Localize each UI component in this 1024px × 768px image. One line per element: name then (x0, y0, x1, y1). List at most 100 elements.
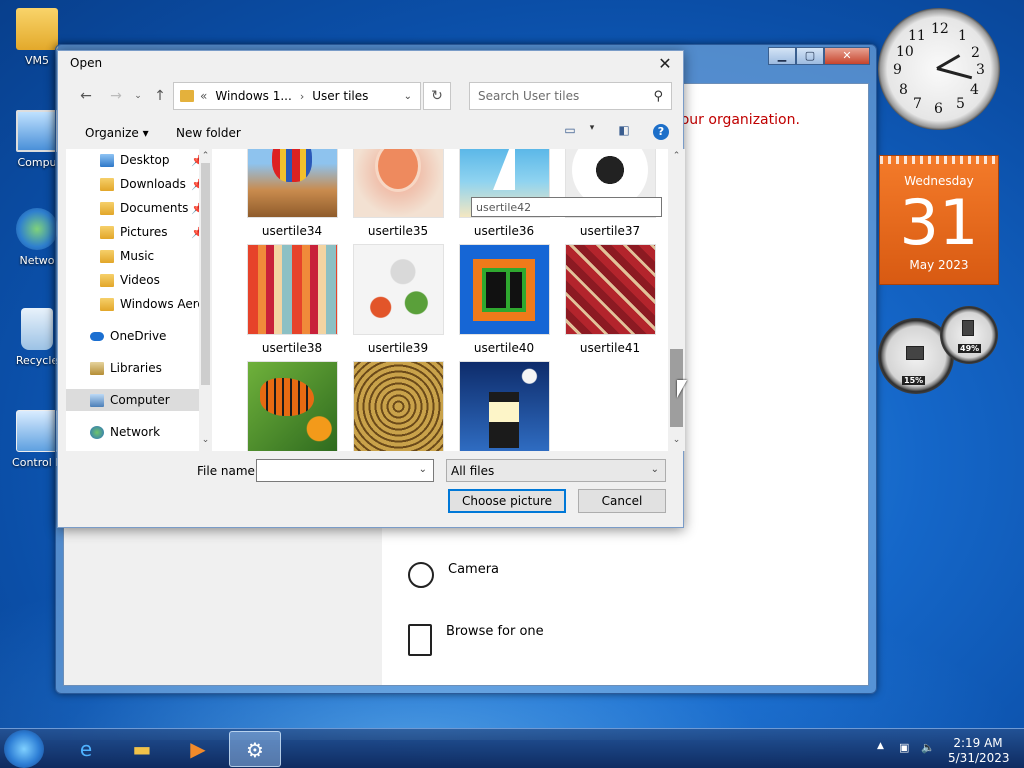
address-bar[interactable]: « Windows 1... › User tiles ⌄ (173, 82, 421, 110)
nav-item-label: OneDrive (110, 329, 167, 343)
memory-percent: 49% (958, 344, 982, 353)
navigation-pane: Desktop 📌 Downloads 📌 Documents 📌 Pictur… (66, 149, 220, 451)
fabric-thumbnail (246, 244, 338, 335)
file-list-scrollbar[interactable]: ⌃ ⌄ (668, 149, 685, 451)
cpu-chip-icon (906, 346, 924, 360)
file-item[interactable]: usertile35 (352, 149, 444, 238)
start-button-windows-icon[interactable] (4, 730, 44, 768)
file-item[interactable] (352, 361, 444, 451)
clock-minute-hand (936, 54, 961, 70)
clock-number: 1 (958, 28, 967, 44)
file-name: usertile40 (473, 341, 535, 355)
recent-chevron-icon[interactable]: ⌄ (128, 86, 148, 106)
breadcrumb-segment[interactable]: Windows 1... (215, 89, 291, 103)
desktop-icon-label: Netwo (19, 254, 55, 267)
nav-item-label: Network (110, 425, 161, 439)
chevron-down-icon: ⌄ (650, 464, 659, 475)
scroll-up-icon[interactable]: ⌃ (199, 151, 212, 161)
forward-arrow-icon[interactable]: → (106, 86, 126, 106)
desktop-folder-icon (100, 153, 114, 167)
file-name-input[interactable]: ⌄ (256, 459, 434, 482)
clock-number: 4 (970, 82, 979, 98)
taskbar-clock[interactable]: 2:19 AM 5/31/2023 (948, 736, 1010, 766)
nav-item-computer[interactable]: Computer (66, 389, 204, 411)
network-status-icon[interactable]: ▣ (899, 741, 909, 754)
file-item[interactable]: usertile40 (458, 244, 550, 355)
maximize-button[interactable]: ▢ (796, 47, 824, 65)
media-player-icon[interactable]: ▶ (172, 731, 224, 767)
videos-folder-icon (100, 273, 114, 287)
file-name: usertile35 (367, 224, 429, 238)
minimize-button[interactable]: ▁ (768, 47, 796, 65)
up-arrow-icon[interactable]: ↑ (150, 86, 170, 106)
scroll-down-icon[interactable]: ⌄ (668, 435, 685, 445)
nav-item-label: Pictures (120, 225, 168, 239)
textile-thumbnail (564, 244, 656, 335)
dialog-close-button[interactable]: ✕ (653, 53, 677, 75)
clock-gadget[interactable]: 12 1 2 3 4 5 6 7 8 9 10 11 (878, 8, 1000, 130)
control-panel-icon (16, 410, 58, 452)
nav-item-label: Windows Aero (120, 297, 205, 311)
new-folder-button[interactable]: New folder (176, 126, 241, 140)
dialog-title: Open (70, 56, 103, 70)
help-icon[interactable]: ? (653, 124, 669, 140)
back-arrow-icon[interactable]: ← (76, 86, 96, 106)
file-name: usertile41 (579, 341, 641, 355)
close-button[interactable]: ✕ (824, 47, 870, 65)
memory-meter-gauge[interactable]: 49% (940, 306, 998, 364)
desktop-icon-label: Recycle (15, 354, 59, 367)
calendar-gadget[interactable]: Wednesday 31 May 2023 (879, 155, 999, 285)
clock-number: 5 (956, 96, 965, 112)
recycle-bin-icon (21, 308, 53, 350)
user-folder-icon (16, 8, 58, 50)
internet-explorer-icon[interactable]: e (60, 731, 112, 767)
clock-number: 10 (896, 44, 914, 60)
file-type-select[interactable]: All files ⌄ (446, 459, 666, 482)
file-item[interactable]: usertile38 (246, 244, 338, 355)
search-input[interactable]: Search User tiles ⚲ (469, 82, 672, 110)
camera-option[interactable]: Camera (408, 562, 499, 588)
nav-pane-scrollbar[interactable]: ⌃ ⌄ (199, 149, 212, 451)
file-item[interactable]: usertile34 (246, 149, 338, 238)
file-item[interactable] (246, 361, 338, 451)
refresh-icon[interactable]: ↻ (423, 82, 451, 110)
clock-hour-hand (936, 67, 973, 80)
network-icon (16, 208, 58, 250)
view-dropdown-icon[interactable]: ▾ (582, 123, 602, 141)
breadcrumb-segment[interactable]: User tiles (312, 89, 368, 103)
file-item[interactable]: usertile36 (458, 149, 550, 238)
browse-option[interactable]: Browse for one (408, 624, 544, 656)
file-explorer-icon[interactable]: ▬ (116, 731, 168, 767)
open-dialog: Open ✕ ← → ⌄ ↑ « Windows 1... › User til… (57, 50, 685, 528)
scroll-down-icon[interactable]: ⌄ (199, 435, 212, 445)
organize-button[interactable]: Organize ▾ (85, 126, 149, 140)
camera-option-label: Camera (448, 562, 500, 577)
file-item[interactable]: usertile39 (352, 244, 444, 355)
breadcrumb-chevron-icon[interactable]: › (300, 90, 304, 103)
cancel-button[interactable]: Cancel (578, 489, 666, 513)
show-hidden-icons-chevron-icon[interactable]: ▲ (877, 741, 884, 751)
view-options-icon[interactable]: ▭ (560, 123, 580, 141)
file-item[interactable]: usertile41 (564, 244, 656, 355)
choose-picture-button[interactable]: Choose picture (448, 489, 566, 513)
balloon-thumbnail (246, 149, 338, 218)
file-list: usertile34 usertile35 usertile36 usertil… (220, 149, 672, 451)
preview-pane-icon[interactable]: ◧ (614, 123, 634, 141)
clock-number: 8 (899, 82, 908, 98)
nav-item-label: Documents (120, 201, 189, 215)
file-item[interactable] (458, 361, 550, 451)
spiral-thumbnail (352, 361, 444, 451)
chevron-down-icon[interactable]: ⌄ (419, 464, 427, 475)
clock-number: 11 (908, 28, 926, 44)
desktop-icon-label: Compu (17, 156, 57, 169)
search-icon: ⚲ (653, 88, 663, 104)
settings-gear-icon[interactable]: ⚙ (229, 731, 281, 767)
file-item[interactable]: usertile37 (564, 149, 656, 238)
volume-muted-icon[interactable]: 🔈 (921, 741, 935, 754)
nav-scroll-thumb[interactable] (201, 163, 210, 385)
camera-icon (408, 562, 434, 588)
clock-number: 9 (893, 62, 902, 78)
address-overflow[interactable]: « (200, 89, 207, 103)
address-dropdown-icon[interactable]: ⌄ (404, 91, 412, 102)
scroll-up-icon[interactable]: ⌃ (668, 151, 685, 161)
